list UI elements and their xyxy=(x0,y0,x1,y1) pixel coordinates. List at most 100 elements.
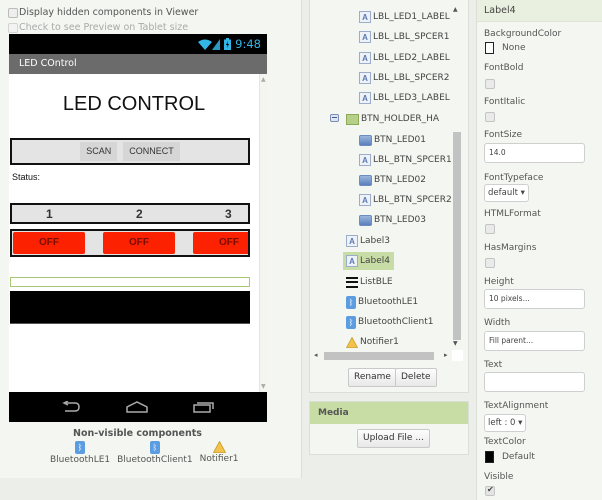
bluetooth-icon: ᛒ xyxy=(75,441,86,454)
non-visible-notifier[interactable]: Notifier1 xyxy=(200,441,239,465)
label4-selected[interactable] xyxy=(10,277,250,287)
led-label-arrangement[interactable]: 1 2 3 xyxy=(10,203,250,224)
tree-item[interactable]: ᛒ BluetoothLE1 xyxy=(346,294,418,310)
scan-connect-arrangement[interactable]: SCAN CONNECT xyxy=(10,138,250,165)
label-icon: A xyxy=(359,154,371,166)
scrollbar-thumb[interactable] xyxy=(324,352,434,360)
non-visible-label: BluetoothLE1 xyxy=(50,455,111,465)
phone-status-bar: 9:48 xyxy=(9,34,267,54)
connect-button[interactable]: CONNECT xyxy=(123,142,180,161)
properties-component-name: Label4 xyxy=(477,0,602,22)
phone-screen: LED CONTROL SCAN CONNECT Status: 1 2 3 O… xyxy=(9,74,267,392)
label-icon: A xyxy=(359,11,371,23)
led03-button[interactable]: OFF xyxy=(193,232,248,254)
led3-label[interactable]: 3 xyxy=(225,207,232,221)
scroll-up-icon[interactable]: ▲ xyxy=(453,6,458,13)
bluetooth-icon: ᛒ xyxy=(149,441,160,454)
phone-preview: 9:48 LED COntrol LED CONTROL SCAN CONNEC… xyxy=(9,34,267,422)
prop-fontsize-label: FontSize xyxy=(484,130,523,140)
prop-backgroundcolor-value: None xyxy=(502,43,526,53)
led1-label[interactable]: 1 xyxy=(46,207,53,221)
tree-item[interactable]: A LBL_BTN_SPCER1 xyxy=(359,152,452,168)
label-icon: A xyxy=(359,194,371,206)
tree-item[interactable]: A LBL_LBL_SPCER2 xyxy=(359,70,450,86)
prop-textcolor-picker[interactable]: Default xyxy=(485,451,535,463)
scan-button[interactable]: SCAN xyxy=(80,142,118,161)
prop-htmlformat-checkbox[interactable] xyxy=(485,224,495,234)
non-visible-bluetoothclient[interactable]: ᛒ BluetoothClient1 xyxy=(117,441,193,465)
prop-visible-label: Visible xyxy=(484,472,514,482)
non-visible-bluetoothle[interactable]: ᛒ BluetoothLE1 xyxy=(50,441,110,465)
tree-horizontal-scrollbar[interactable]: ◂ ▸ xyxy=(314,351,450,361)
button-icon xyxy=(359,174,372,186)
prop-backgroundcolor-picker[interactable]: None xyxy=(485,42,525,54)
status-label[interactable]: Status: xyxy=(12,172,40,182)
led01-button[interactable]: OFF xyxy=(13,232,85,254)
display-hidden-checkbox[interactable] xyxy=(8,7,18,18)
non-visible-label: BluetoothClient1 xyxy=(117,455,193,465)
tree-item[interactable]: A LBL_LED1_LABEL xyxy=(359,9,450,25)
listview-icon xyxy=(346,276,358,288)
label-icon: A xyxy=(359,31,371,43)
tree-item[interactable]: BTN_HOLDER_HA xyxy=(346,111,439,127)
tree-vertical-scrollbar[interactable]: ▲ ▼ xyxy=(452,4,462,347)
prop-text-label: Text xyxy=(484,360,503,370)
home-icon[interactable] xyxy=(125,401,149,413)
collapse-icon[interactable] xyxy=(330,114,339,122)
tree-item[interactable]: A LBL_BTN_SPCER2 xyxy=(359,192,452,208)
prop-textalignment-select[interactable]: left : 0 ▾ xyxy=(484,414,527,432)
btn-holder-arrangement[interactable]: OFF OFF OFF xyxy=(10,229,250,257)
prop-width-input[interactable]: Fill parent... xyxy=(484,331,585,351)
tree-item-label: BTN_HOLDER_HA xyxy=(361,114,440,124)
tree-item-label: LBL_LBL_SPCER1 xyxy=(373,32,450,42)
tree-item[interactable]: BTN_LED01 xyxy=(359,132,426,148)
prop-fonttypeface-select[interactable]: default ▾ xyxy=(484,184,529,202)
prop-width-label: Width xyxy=(484,318,511,328)
prop-fontsize-input[interactable]: 14.0 xyxy=(484,143,585,163)
prop-hasmargins-label: HasMargins xyxy=(484,243,537,253)
tree-item[interactable]: ᛒ BluetoothClient1 xyxy=(346,314,433,330)
prop-height-input[interactable]: 10 pixels... xyxy=(484,289,585,309)
scroll-down-icon[interactable]: ▼ xyxy=(261,383,266,390)
tree-item[interactable]: A LBL_LBL_SPCER1 xyxy=(359,29,450,45)
scroll-left-icon[interactable]: ◂ xyxy=(314,351,318,359)
scroll-up-icon[interactable]: ▲ xyxy=(261,76,266,83)
scrollbar-thumb[interactable] xyxy=(453,132,461,340)
prop-fontitalic-checkbox[interactable] xyxy=(485,112,495,122)
tablet-preview-option: Check to see Preview on Tablet size xyxy=(8,22,188,33)
list-ble[interactable] xyxy=(10,291,250,324)
tree-item[interactable]: ListBLE xyxy=(346,274,393,290)
tree-item[interactable]: Notifier1 xyxy=(346,334,399,350)
button-icon xyxy=(359,134,372,146)
rename-button[interactable]: Rename xyxy=(348,368,397,387)
tree-item[interactable]: A Label3 xyxy=(346,233,390,249)
tree-item-label: Label3 xyxy=(360,236,391,246)
upload-file-button[interactable]: Upload File ... xyxy=(357,429,430,448)
back-icon[interactable] xyxy=(61,401,81,413)
led-control-title[interactable]: LED CONTROL xyxy=(9,74,259,134)
tree-item[interactable]: BTN_LED03 xyxy=(359,212,426,228)
tree-item[interactable]: A LBL_LED2_LABEL xyxy=(359,50,450,66)
screen-scrollbar[interactable]: ▲ ▼ xyxy=(259,74,267,392)
delete-button[interactable]: Delete xyxy=(395,368,437,387)
tree-item-label: LBL_LBL_SPCER2 xyxy=(373,73,450,83)
recents-icon[interactable] xyxy=(193,401,215,413)
viewer-panel: Display hidden components in Viewer Chec… xyxy=(0,0,302,478)
led02-button[interactable]: OFF xyxy=(103,232,175,254)
tree-item[interactable]: A LBL_LED3_LABEL xyxy=(359,90,450,106)
scroll-down-icon[interactable]: ▼ xyxy=(453,340,458,347)
prop-fontbold-checkbox[interactable] xyxy=(485,79,495,89)
warning-icon xyxy=(346,336,358,348)
tree-item-selected[interactable]: A Label4 xyxy=(343,252,395,270)
led2-label[interactable]: 2 xyxy=(136,207,143,221)
tree-item-label: BTN_LED01 xyxy=(374,135,426,145)
tree-item[interactable]: BTN_LED02 xyxy=(359,172,426,188)
tree-item-label: BTN_LED03 xyxy=(374,215,426,225)
prop-visible-checkbox[interactable] xyxy=(485,485,495,496)
tree-item-label: LBL_LED2_LABEL xyxy=(373,53,450,63)
prop-hasmargins-checkbox[interactable] xyxy=(485,258,495,268)
display-hidden-option[interactable]: Display hidden components in Viewer xyxy=(8,7,198,18)
prop-text-input[interactable] xyxy=(484,372,585,392)
tree-item-label: BluetoothLE1 xyxy=(358,297,419,307)
scroll-right-icon[interactable]: ▸ xyxy=(444,351,448,359)
